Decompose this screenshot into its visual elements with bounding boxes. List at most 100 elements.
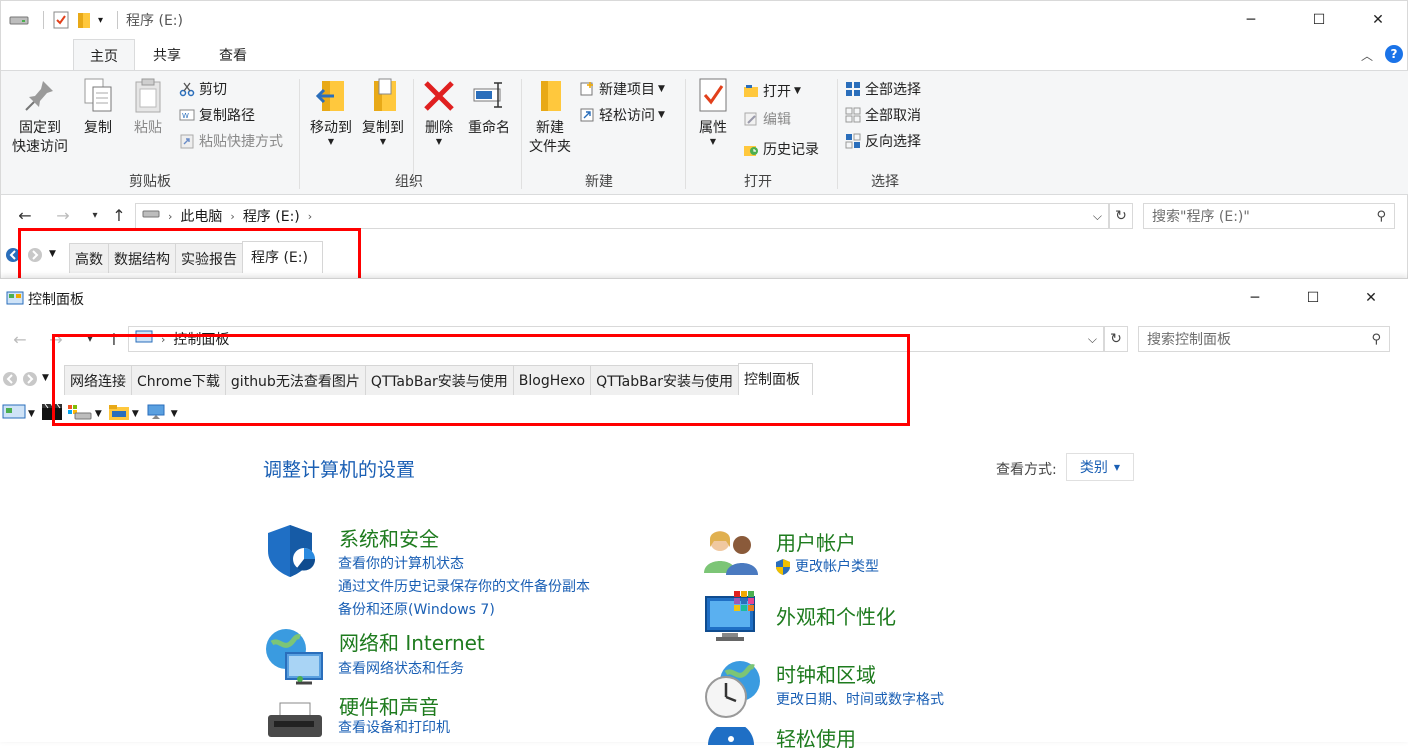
new-folder-label-2: 文件夹 <box>529 139 571 155</box>
view-by-dropdown[interactable]: 类别 ▼ <box>1066 453 1134 481</box>
view-by-label: 查看方式: <box>996 462 1057 478</box>
properties-icon <box>696 77 730 115</box>
qt-forward-icon[interactable] <box>22 371 38 391</box>
address-dropdown-icon[interactable]: ⌵ <box>1088 332 1097 347</box>
history-button[interactable]: 历史记录 <box>743 137 819 161</box>
delete-button[interactable]: 删除 ▼ <box>419 77 459 146</box>
search-input[interactable]: 搜索"程序 (E:)" ⚲ <box>1143 203 1395 229</box>
select-all-label: 全部选择 <box>865 82 921 98</box>
search-icon: ⚲ <box>1371 331 1381 347</box>
close-button[interactable]: ✕ <box>1355 1 1401 39</box>
back-arrow-icon[interactable]: ← <box>10 329 30 349</box>
refresh-icon[interactable]: ↻ <box>1109 203 1133 229</box>
clock-globe-icon <box>704 659 764 723</box>
paste-label: 粘贴 <box>134 120 162 136</box>
breadcrumb-item-drive[interactable]: 程序 (E:) <box>243 206 300 226</box>
printer-icon <box>264 701 324 747</box>
users-icon <box>704 527 760 581</box>
copy-button[interactable]: 复制 <box>77 77 119 138</box>
qt-back-icon[interactable] <box>2 371 18 391</box>
display-palette-icon <box>704 589 764 653</box>
tab-home[interactable]: 主页 <box>73 39 135 71</box>
category-link[interactable]: 通过文件历史记录保存你的文件备份副本 <box>338 576 590 599</box>
address-dropdown-icon[interactable]: ⌵ <box>1093 209 1102 224</box>
view-by-value: 类别 <box>1079 460 1108 476</box>
copy-to-label: 复制到 <box>362 120 404 136</box>
ribbon: 固定到 快速访问 复制 粘贴 剪切 W 复制路径 粘贴快捷方式 剪贴板 移动到 … <box>1 70 1408 195</box>
paste-shortcut-button[interactable]: 粘贴快捷方式 <box>179 129 283 153</box>
drive-icon <box>142 208 160 224</box>
help-icon[interactable]: ? <box>1385 45 1403 63</box>
minimize-button[interactable]: ─ <box>1228 1 1274 39</box>
category-link[interactable]: 查看设备和打印机 <box>338 717 450 740</box>
group-label-clipboard: 剪贴板 <box>129 174 171 190</box>
tab-share[interactable]: 共享 <box>137 39 197 71</box>
control-panel-titlebar: 控制面板 ─ ☐ ✕ <box>0 279 1408 319</box>
category-title[interactable]: 网络和 Internet <box>339 627 485 656</box>
new-folder-quick-icon[interactable] <box>76 9 92 31</box>
breadcrumb-chevron-icon: › <box>168 209 173 223</box>
properties-quick-icon[interactable] <box>52 9 70 31</box>
titlebar-separator <box>117 11 119 29</box>
category-title[interactable]: 硬件和声音 <box>339 691 439 720</box>
open-icon <box>743 83 759 99</box>
minimize-button[interactable]: ─ <box>1232 279 1278 317</box>
delete-icon <box>422 77 456 115</box>
category-title[interactable]: 用户帐户 <box>776 527 856 556</box>
up-arrow-icon[interactable]: ↑ <box>109 205 129 225</box>
easy-access-button[interactable]: 轻松访问 ▼ <box>579 103 665 127</box>
window-title: 控制面板 <box>28 292 84 308</box>
category-title[interactable]: 外观和个性化 <box>776 601 896 630</box>
customize-quick-access-icon[interactable]: ▾ <box>98 9 103 31</box>
tab-view[interactable]: 查看 <box>203 39 263 71</box>
search-placeholder: 搜索"程序 (E:)" <box>1152 209 1250 225</box>
select-none-button[interactable]: 全部取消 <box>845 103 921 127</box>
select-none-label: 全部取消 <box>865 108 921 124</box>
properties-button[interactable]: 属性 ▼ <box>693 77 733 146</box>
maximize-button[interactable]: ☐ <box>1296 1 1342 39</box>
refresh-icon[interactable]: ↻ <box>1104 326 1128 352</box>
invert-selection-button[interactable]: 反向选择 <box>845 129 921 153</box>
forward-arrow-icon[interactable]: → <box>53 205 73 225</box>
copy-to-button[interactable]: 复制到 ▼ <box>357 77 409 146</box>
close-button[interactable]: ✕ <box>1348 279 1394 317</box>
pin-icon <box>23 77 57 115</box>
category-title[interactable]: 轻松使用 <box>776 723 856 752</box>
category-link[interactable]: 查看网络状态和任务 <box>338 658 464 681</box>
select-all-button[interactable]: 全部选择 <box>845 77 921 101</box>
maximize-button[interactable]: ☐ <box>1290 279 1336 317</box>
pin-quick-access-button[interactable]: 固定到 快速访问 <box>7 77 73 157</box>
qt-history-dropdown-icon[interactable]: ▼ <box>42 373 49 383</box>
back-arrow-icon[interactable]: ← <box>15 205 35 225</box>
new-item-button[interactable]: 新建项目 ▼ <box>579 77 665 101</box>
search-input[interactable]: 搜索控制面板 ⚲ <box>1138 326 1390 352</box>
address-bar[interactable]: › 此电脑 › 程序 (E:) › ⌵ <box>135 203 1109 229</box>
copy-label: 复制 <box>84 120 112 136</box>
edit-button[interactable]: 编辑 <box>743 107 791 131</box>
category-link[interactable]: 更改日期、时间或数字格式 <box>776 689 944 712</box>
breadcrumb-item-pc[interactable]: 此电脑 <box>180 206 222 226</box>
category-title[interactable]: 系统和安全 <box>339 523 439 552</box>
ease-of-access-icon <box>706 722 756 749</box>
cut-button[interactable]: 剪切 <box>179 77 227 101</box>
edit-icon <box>743 111 759 127</box>
collapse-ribbon-icon[interactable]: ︿ <box>1361 47 1373 64</box>
category-title[interactable]: 时钟和区域 <box>776 659 876 688</box>
open-button[interactable]: 打开 ▼ <box>743 79 801 103</box>
rename-button[interactable]: 重命名 <box>463 77 515 138</box>
new-folder-button[interactable]: 新建 文件夹 <box>525 77 575 157</box>
category-link[interactable]: 查看你的计算机状态 <box>338 553 464 576</box>
control-panel-icon[interactable] <box>2 404 26 424</box>
category-link[interactable]: 备份和还原(Windows 7) <box>338 599 495 622</box>
copy-path-button[interactable]: W 复制路径 <box>179 103 255 127</box>
dropdown-arrow-icon[interactable]: ▼ <box>28 409 35 419</box>
new-folder-icon <box>533 77 567 115</box>
move-to-button[interactable]: 移动到 ▼ <box>305 77 357 146</box>
recent-locations-icon[interactable]: ▾ <box>85 205 105 225</box>
copy-path-label: 复制路径 <box>199 108 255 124</box>
paste-button[interactable]: 粘贴 <box>127 77 169 138</box>
category-link[interactable]: 更改帐户类型 <box>795 556 879 579</box>
move-to-label: 移动到 <box>310 120 352 136</box>
group-label-select: 选择 <box>871 174 899 190</box>
dropdown-arrow-icon: ▼ <box>658 110 665 120</box>
